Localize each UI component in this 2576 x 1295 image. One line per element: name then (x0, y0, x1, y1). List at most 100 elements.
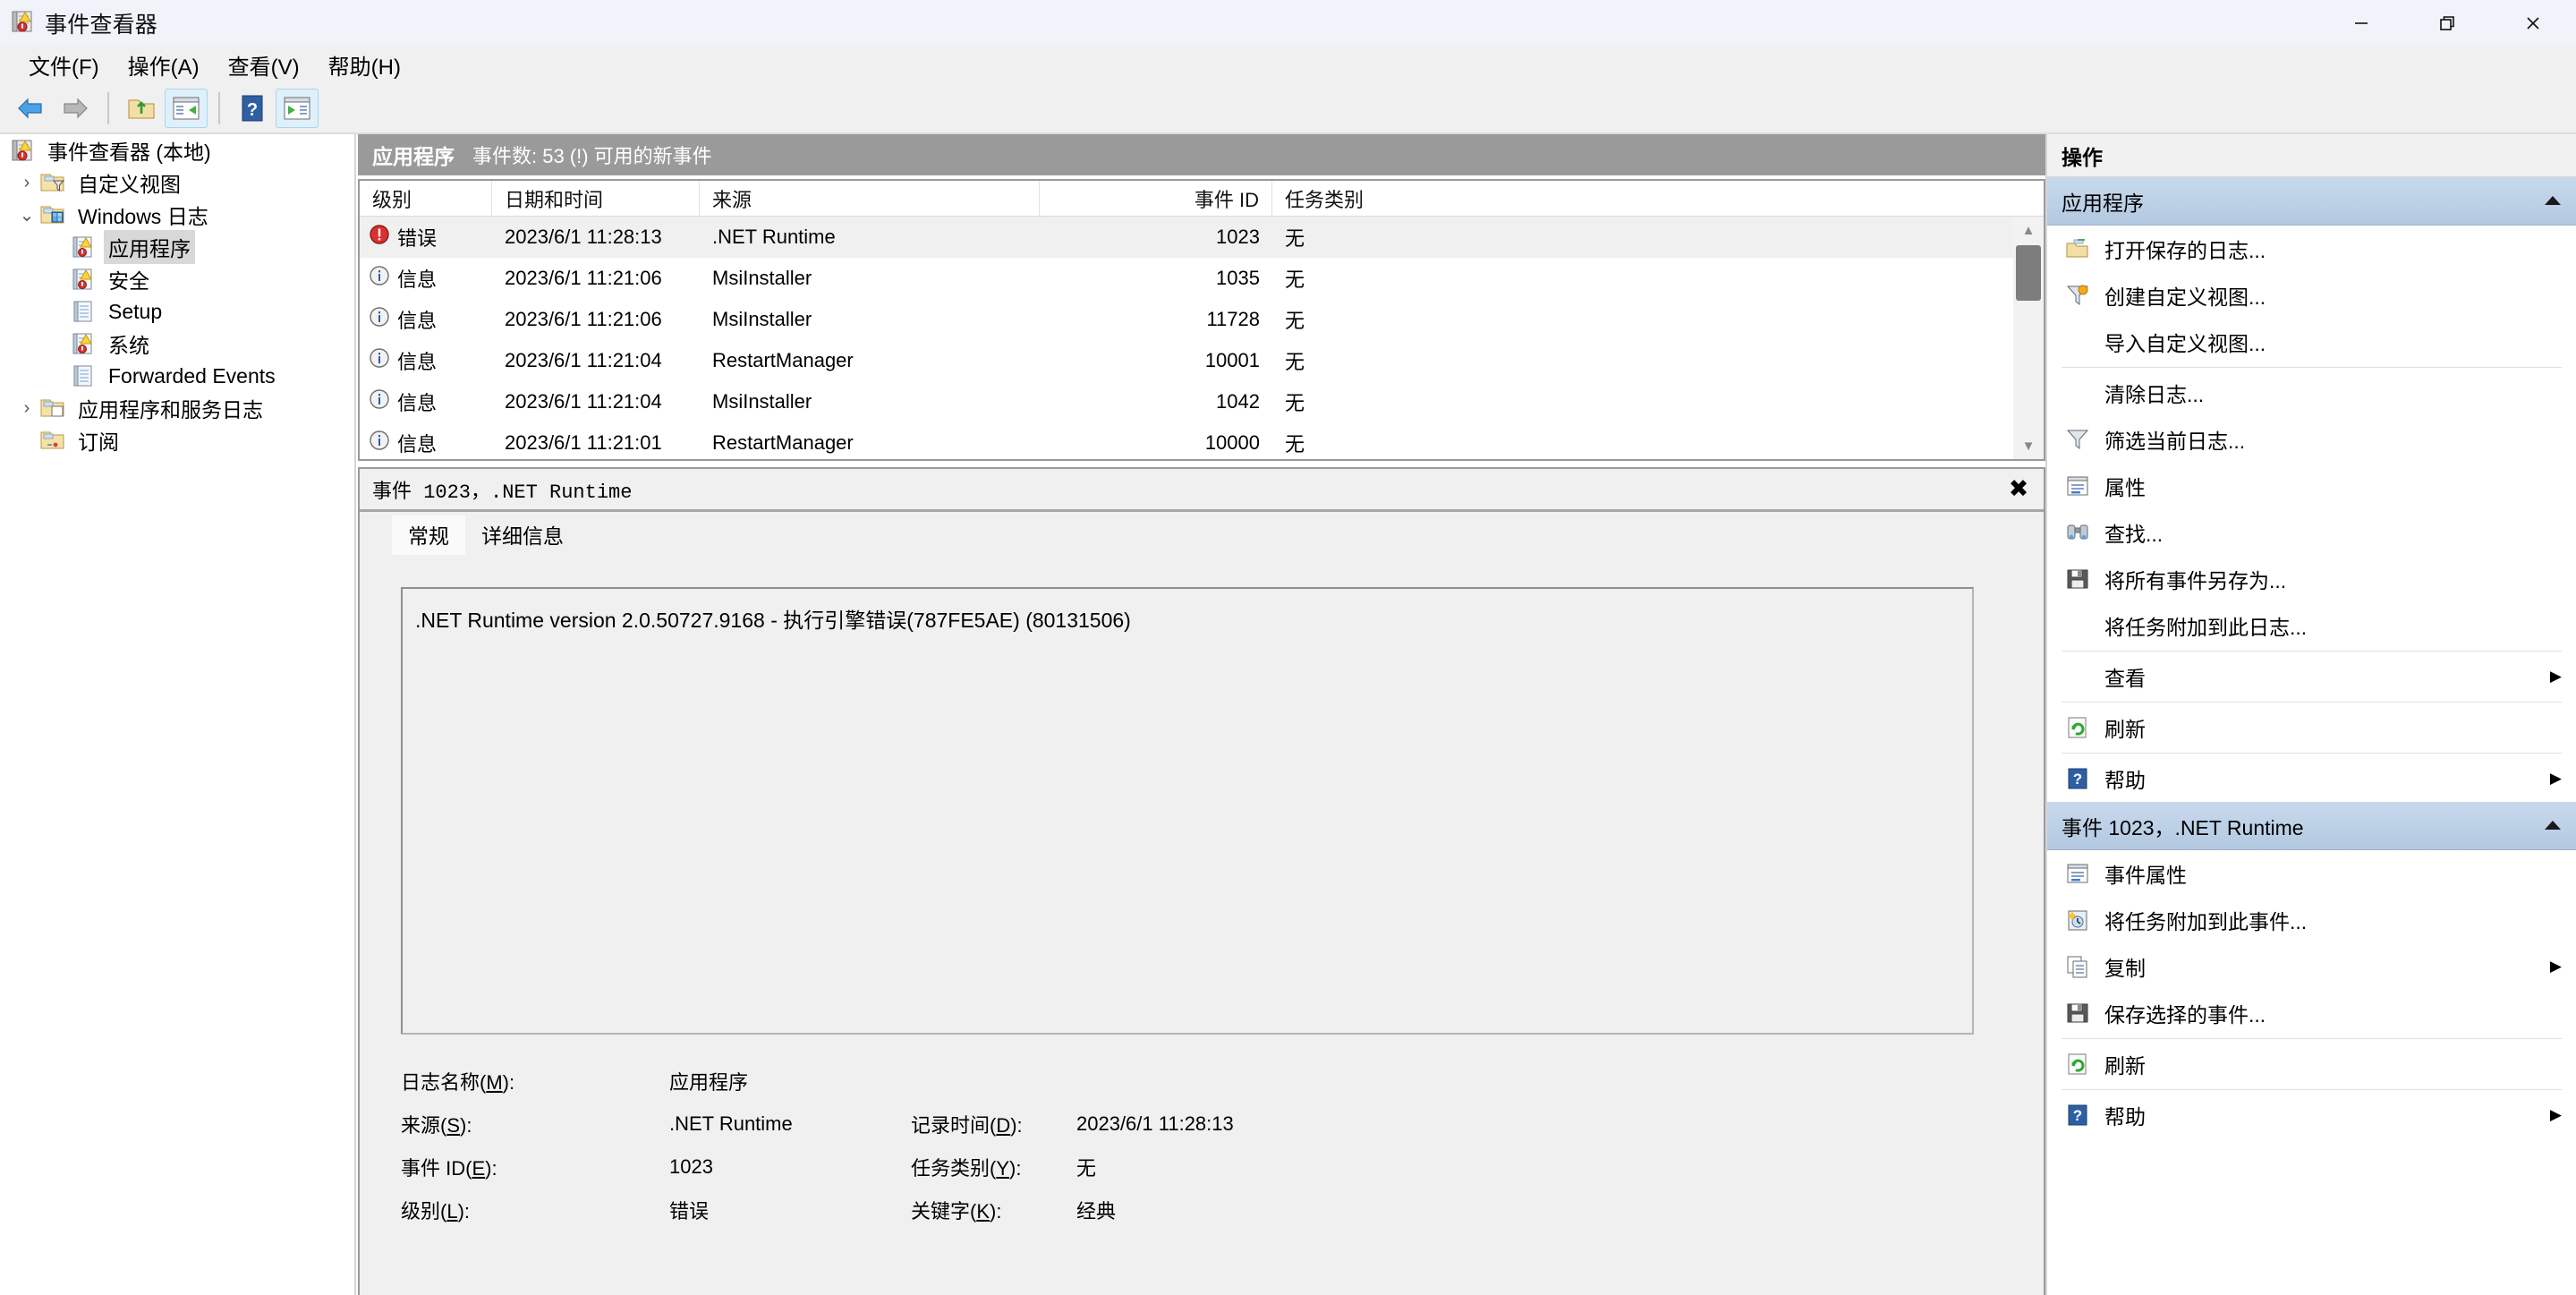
minimize-button[interactable] (2318, 0, 2404, 47)
event-viewer-icon (11, 10, 34, 38)
cell-datetime: 2023/6/1 11:28:13 (505, 226, 662, 248)
action-copy[interactable]: 复制 ▶ (2047, 943, 2576, 990)
cell-event-id: 11728 (1206, 308, 1260, 330)
chevron-up-icon[interactable] (2542, 814, 2563, 838)
field-value-task-category: 无 (1076, 1157, 1097, 1180)
tree-item-label: 应用程序 (104, 230, 195, 264)
action-save-all-events-as[interactable]: 将所有事件另存为... (2047, 556, 2576, 602)
action-attach-task-to-event[interactable]: 将任务附加到此事件... (2047, 897, 2576, 943)
show-hide-action-pane-button[interactable] (276, 88, 319, 128)
action-label: 保存选择的事件... (2104, 1003, 2266, 1027)
refresh-icon (2062, 713, 2094, 742)
actions-group-title: 事件 1023，.NET Runtime (2062, 815, 2304, 839)
chevron-right-icon[interactable]: › (14, 398, 39, 419)
close-icon[interactable]: ✖ (2001, 472, 2036, 507)
action-help[interactable]: ? 帮助 ▶ (2047, 755, 2576, 802)
list-header-banner: 应用程序 事件数: 53 (!) 可用的新事件 (358, 134, 2045, 175)
svg-text:?: ? (2073, 771, 2082, 788)
center-pane: 应用程序 事件数: 53 (!) 可用的新事件 级别 日期和时间 来源 事件 I… (358, 134, 2045, 1295)
table-row[interactable]: 信息 2023/6/1 11:21:04 RestartManager 1000… (360, 340, 2013, 381)
menu-help[interactable]: 帮助(H) (314, 47, 415, 83)
action-create-custom-view[interactable]: 创建自定义视图... (2047, 272, 2576, 319)
table-row[interactable]: 信息 2023/6/1 11:21:06 MsiInstaller 1035 无 (360, 258, 2013, 299)
field-label-source: 来源(S): (401, 1114, 472, 1137)
tree-item-system[interactable]: 系统 (0, 328, 354, 360)
chevron-down-icon[interactable]: ⌄ (14, 204, 39, 226)
action-import-custom-view[interactable]: 导入自定义视图... (2047, 319, 2576, 365)
actions-group-application-header[interactable]: 应用程序 (2047, 177, 2576, 226)
log-plain-icon (70, 362, 97, 389)
action-attach-task-to-log[interactable]: 将任务附加到此日志... (2047, 602, 2576, 649)
cell-task: 无 (1285, 310, 1305, 332)
column-level[interactable]: 级别 (360, 181, 492, 217)
field-row: 来源(S): .NET Runtime 记录时间(D): 2023/6/1 11… (401, 1103, 2026, 1146)
tree-item-security[interactable]: 安全 (0, 263, 354, 295)
actions-group-event-header[interactable]: 事件 1023，.NET Runtime (2047, 802, 2576, 850)
cell-datetime: 2023/6/1 11:21:06 (505, 267, 662, 289)
action-refresh-event[interactable]: 刷新 (2047, 1041, 2576, 1087)
action-properties[interactable]: 属性 (2047, 463, 2576, 509)
event-list-scrollbar[interactable]: ▲ ▼ (2013, 217, 2044, 459)
title-bar: 事件查看器 (0, 0, 2576, 47)
menu-file[interactable]: 文件(F) (14, 47, 114, 83)
back-button[interactable] (9, 89, 52, 128)
action-refresh[interactable]: 刷新 (2047, 704, 2576, 751)
event-message-box[interactable]: .NET Runtime version 2.0.50727.9168 - 执行… (401, 587, 1974, 1035)
show-hide-console-tree-button[interactable] (165, 88, 208, 128)
svg-text:?: ? (247, 100, 258, 120)
column-event-id[interactable]: 事件 ID (1040, 181, 1272, 217)
action-help-event[interactable]: ? 帮助 ▶ (2047, 1092, 2576, 1138)
tab-details[interactable]: 详细信息 (465, 515, 580, 555)
toolbar-separator-2 (218, 91, 220, 124)
action-clear-log[interactable]: 清除日志... (2047, 370, 2576, 416)
restore-button[interactable] (2404, 0, 2490, 47)
column-datetime[interactable]: 日期和时间 (492, 181, 700, 217)
cell-level-text: 信息 (397, 433, 438, 456)
toolbar: ? (0, 82, 2576, 133)
column-source[interactable]: 来源 (700, 181, 1040, 217)
action-event-properties[interactable]: 事件属性 (2047, 850, 2576, 897)
scroll-up-icon[interactable]: ▲ (2013, 217, 2044, 243)
tree-item-label: 订阅 (78, 430, 119, 454)
forward-button[interactable] (54, 89, 97, 128)
action-label: 帮助 (2104, 1105, 2146, 1129)
action-filter-current-log[interactable]: 筛选当前日志... (2047, 416, 2576, 463)
column-task-category[interactable]: 任务类别 (1272, 181, 2044, 217)
tree-item-label: 安全 (108, 269, 149, 293)
up-folder-button[interactable] (120, 89, 163, 128)
table-row[interactable]: 信息 2023/6/1 11:21:06 MsiInstaller 11728 … (360, 299, 2013, 340)
close-button[interactable] (2490, 0, 2576, 47)
tree-root-event-viewer[interactable]: 事件查看器 (本地) (0, 134, 354, 166)
action-save-selected-events[interactable]: 保存选择的事件... (2047, 990, 2576, 1036)
actions-separator (2062, 1038, 2562, 1039)
table-row[interactable]: 信息 2023/6/1 11:21:04 MsiInstaller 1042 无 (360, 381, 2013, 422)
chevron-up-icon[interactable] (2542, 189, 2563, 213)
tab-general[interactable]: 常规 (392, 515, 465, 555)
chevron-right-icon[interactable]: › (14, 173, 39, 193)
action-label: 导入自定义视图... (2104, 332, 2266, 355)
table-row[interactable]: 错误 2023/6/1 11:28:13 .NET Runtime 1023 无 (360, 217, 2013, 258)
tree-item-application[interactable]: 应用程序 (0, 230, 354, 264)
actions-separator (2062, 1089, 2562, 1090)
scroll-down-icon[interactable]: ▼ (2013, 432, 2044, 459)
menu-view[interactable]: 查看(V) (214, 47, 314, 83)
action-open-saved-log[interactable]: 打开保存的日志... (2047, 226, 2576, 272)
action-view[interactable]: 查看 ▶ (2047, 653, 2576, 700)
tree-item-subscriptions[interactable]: 订阅 (0, 424, 354, 456)
tree-item-windows-logs[interactable]: ⌄ Windows 日志 (0, 199, 354, 231)
tree-item-applications-and-services-logs[interactable]: › 应用程序和服务日志 (0, 392, 354, 424)
tree-item-forwarded-events[interactable]: Forwarded Events (0, 360, 354, 392)
event-viewer-window: 事件查看器 文件(F) 操作(A) 查看(V) 帮助(H) ? 事件查看器 (本… (0, 0, 2576, 1295)
tree-item-setup[interactable]: Setup (0, 295, 354, 328)
cell-task: 无 (1285, 392, 1305, 414)
refresh-icon (2062, 1050, 2094, 1078)
event-detail-panel: 事件 1023，.NET Runtime ✖ 常规 详细信息 .NET Runt… (358, 467, 2045, 1295)
menu-action[interactable]: 操作(A) (114, 47, 214, 83)
table-row[interactable]: 信息 2023/6/1 11:21:01 RestartManager 1000… (360, 422, 2013, 459)
help-button[interactable]: ? (231, 89, 274, 128)
help-question-icon: ? (2062, 764, 2094, 793)
tree-item-custom-views[interactable]: › 自定义视图 (0, 166, 354, 199)
scrollbar-thumb[interactable] (2016, 245, 2041, 301)
action-find[interactable]: 查找... (2047, 509, 2576, 556)
cell-level: 信息 (360, 422, 492, 459)
